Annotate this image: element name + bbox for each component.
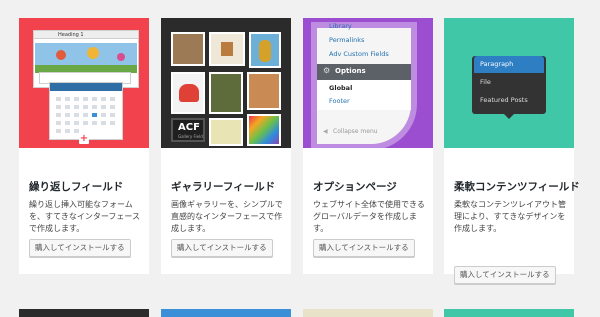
purchase-install-button[interactable]: 購入してインストールする xyxy=(29,239,131,257)
gear-icon: ⚙ xyxy=(323,66,331,75)
addon-card-row2-4 xyxy=(444,309,574,317)
addon-card-row2-2 xyxy=(161,309,291,317)
menu-item-custom-fields: Adv Custom Fields xyxy=(329,50,389,58)
balloon-image xyxy=(35,43,137,73)
menu-item-library: Library xyxy=(329,22,352,30)
acf-logo: ACF xyxy=(178,122,200,133)
gallery-image xyxy=(249,32,281,68)
addon-card-row2-3 xyxy=(303,309,433,317)
gallery-image xyxy=(247,72,281,110)
purchase-install-button[interactable]: 購入してインストールする xyxy=(171,239,273,257)
addon-description: ウェブサイト全体で使用できるグローバルデータを作成します。 xyxy=(313,200,425,233)
acf-logo-sub: Gallery Field xyxy=(178,134,203,139)
addon-card-repeater: Heading 1 + 繰り返しフィールド 繰り返し挿入可能なフォームを、すてき… xyxy=(19,18,149,274)
addon-thumbnail: Library Permalinks Adv Custom Fields ⚙ O… xyxy=(303,18,433,148)
menu-item-global: Global xyxy=(329,84,353,92)
menu-item-footer: Footer xyxy=(329,97,350,105)
gallery-image xyxy=(171,32,205,66)
layout-item-featured-posts: Featured Posts xyxy=(480,96,528,104)
gallery-image xyxy=(209,72,243,114)
gallery-image xyxy=(209,32,245,66)
datepicker xyxy=(49,82,123,140)
addon-card-options: Library Permalinks Adv Custom Fields ⚙ O… xyxy=(303,18,433,274)
gallery-image xyxy=(171,72,205,114)
addon-thumbnail: Paragraph File Featured Posts xyxy=(444,18,574,148)
layout-item-paragraph: Paragraph xyxy=(474,56,544,73)
plus-icon: + xyxy=(79,133,89,144)
addon-title: 柔軟コンテンツフィールド xyxy=(454,181,580,193)
admin-menu: Library Permalinks Adv Custom Fields ⚙ O… xyxy=(317,22,411,144)
submenu: Global Footer xyxy=(317,80,411,110)
addon-title: ギャラリーフィールド xyxy=(171,181,276,193)
addon-description: 繰り返し挿入可能なフォームを、すてきなインターフェースで作成します。 xyxy=(29,200,140,233)
addon-description: 画像ギャラリーを、シンプルで直感的なインターフェースで作成します。 xyxy=(171,200,283,233)
dropdown-pointer xyxy=(504,114,514,119)
addon-thumbnail: ACF Gallery Field xyxy=(161,18,291,148)
menu-item-permalinks: Permalinks xyxy=(329,36,365,44)
menu-item-options: ⚙ Options xyxy=(317,64,411,80)
gallery-image xyxy=(247,114,281,146)
purchase-install-button[interactable]: 購入してインストールする xyxy=(454,266,556,284)
gallery-image xyxy=(209,118,243,146)
acf-logo-tile: ACF Gallery Field xyxy=(171,118,205,142)
addon-card-flexible: Paragraph File Featured Posts 柔軟コンテンツフィー… xyxy=(444,18,580,284)
purchase-install-button[interactable]: 購入してインストールする xyxy=(313,239,415,257)
menu-collapse: Collapse menu xyxy=(333,128,378,135)
collapse-icon: ◀ xyxy=(323,128,328,135)
layout-item-file: File xyxy=(480,78,491,86)
addon-card-gallery: ACF Gallery Field ギャラリーフィールド 画像ギャラリーを、シン… xyxy=(161,18,291,274)
addon-title: オプションページ xyxy=(313,181,397,193)
addon-card-row2-1 xyxy=(19,309,149,317)
addon-description: 柔軟なコンテンツレイアウト管理により、すてきなデザインを作成します。 xyxy=(454,200,566,233)
addon-title: 繰り返しフィールド xyxy=(29,181,124,193)
addon-thumbnail: Heading 1 + xyxy=(19,18,149,148)
